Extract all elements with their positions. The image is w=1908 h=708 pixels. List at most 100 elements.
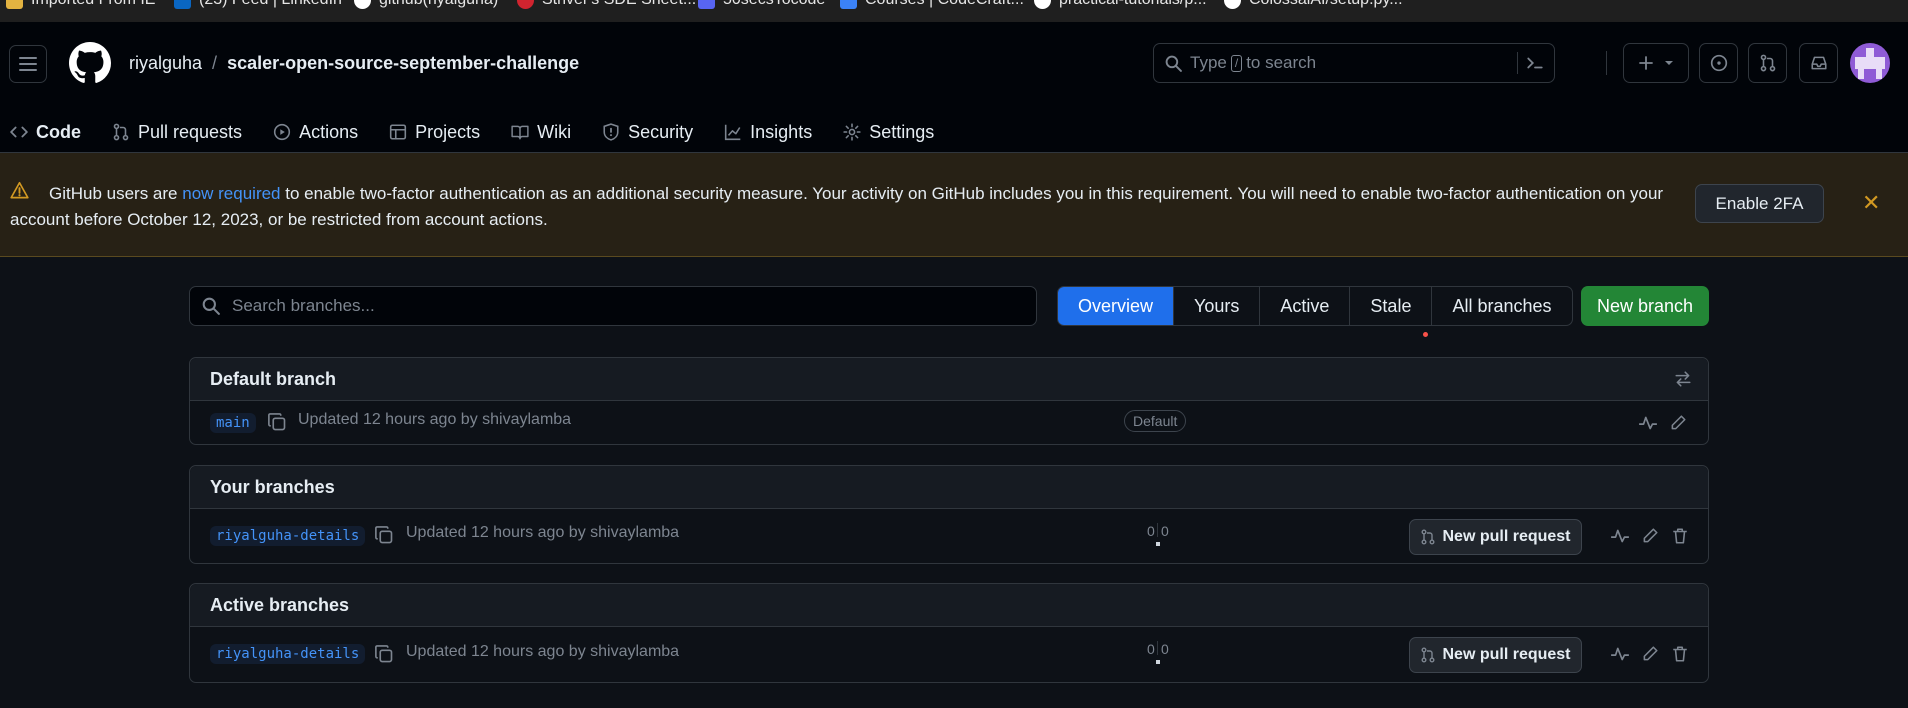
ahead-behind-bar	[1156, 660, 1160, 664]
tab-pull-requests[interactable]: Pull requests	[102, 112, 252, 152]
enable-2fa-button[interactable]: Enable 2FA	[1695, 184, 1824, 223]
code-brackets-icon	[840, 0, 857, 9]
copy-icon[interactable]	[374, 644, 394, 664]
repo-header: riyalguha / scaler-open-source-september…	[0, 22, 1908, 158]
graph-icon	[725, 124, 741, 141]
branch-name-link[interactable]: riyalguha-details	[210, 644, 366, 664]
pencil-icon[interactable]	[1641, 527, 1659, 545]
bookmark-linkedin[interactable]: (23) Feed | LinkedIn	[174, 0, 342, 9]
trash-icon[interactable]	[1671, 527, 1689, 545]
github-logo-icon[interactable]	[69, 42, 111, 84]
switch-branch-icon[interactable]	[1674, 370, 1692, 388]
avatar[interactable]	[1850, 43, 1890, 83]
filter-all-branches[interactable]: All branches	[1431, 287, 1571, 325]
menu-button[interactable]	[9, 45, 47, 83]
create-new-button[interactable]	[1623, 43, 1689, 83]
your-branches-section: Your branches riyalguha-details Updated …	[189, 465, 1709, 564]
activity-icon[interactable]	[1638, 414, 1658, 432]
tab-settings[interactable]: Settings	[833, 112, 944, 152]
search-placeholder-prefix: Type	[1190, 53, 1227, 72]
ahead-behind-divider	[1157, 641, 1158, 655]
copy-icon[interactable]	[374, 525, 394, 545]
trash-icon[interactable]	[1671, 645, 1689, 663]
command-palette-icon[interactable]	[1526, 54, 1544, 72]
filter-stale[interactable]: Stale	[1349, 287, 1431, 325]
pencil-icon[interactable]	[1669, 414, 1687, 432]
filter-yours[interactable]: Yours	[1173, 287, 1259, 325]
pull-request-icon	[1421, 529, 1435, 545]
folder-icon	[6, 0, 23, 9]
filter-active[interactable]: Active	[1259, 287, 1349, 325]
github-icon	[1224, 0, 1241, 9]
bookmark-colossalai[interactable]: ColossalAI/setup.py...	[1224, 0, 1403, 9]
ahead-count: 0	[1161, 523, 1169, 539]
new-branch-button[interactable]: New branch	[1581, 286, 1709, 326]
table-icon	[389, 124, 407, 140]
new-pull-request-button[interactable]: New pull request	[1409, 519, 1582, 555]
pull-request-icon	[113, 123, 129, 141]
github-icon	[354, 0, 371, 9]
activity-icon[interactable]	[1610, 645, 1630, 663]
issue-icon	[1710, 54, 1727, 72]
tab-insights[interactable]: Insights	[714, 112, 822, 152]
branch-name-link[interactable]: main	[210, 413, 256, 433]
search-shortcut-key: /	[1230, 54, 1243, 72]
copy-icon[interactable]	[267, 412, 287, 432]
bookmark-codecraft[interactable]: Courses | CodeCraft...	[840, 0, 1024, 9]
linkedin-icon	[174, 0, 191, 9]
owner-link[interactable]: riyalguha	[129, 53, 202, 74]
striver-icon	[517, 0, 534, 9]
issues-button[interactable]	[1699, 43, 1738, 83]
bookmark-imported-from-ie[interactable]: Imported From IE	[6, 0, 155, 9]
branch-row: riyalguha-details Updated 12 hours ago b…	[190, 509, 1708, 564]
triangle-down-icon	[1665, 61, 1673, 65]
activity-icon[interactable]	[1610, 527, 1630, 545]
breadcrumb-separator: /	[212, 53, 218, 73]
tab-label: Settings	[869, 121, 935, 142]
play-icon	[273, 123, 291, 141]
updated-text: Updated 12 hours ago by shivaylamba	[406, 524, 680, 541]
cursor-indicator	[1423, 332, 1428, 337]
tab-label: Projects	[415, 121, 481, 142]
behind-count: 0	[1147, 641, 1155, 657]
branch-filter-tabs: Overview Yours Active Stale All branches	[1057, 286, 1573, 326]
section-title: Your branches	[210, 476, 335, 497]
section-header: Default branch	[190, 358, 1708, 401]
pull-request-icon	[1760, 54, 1775, 72]
branch-name-link[interactable]: riyalguha-details	[210, 526, 366, 546]
search-icon	[202, 297, 220, 315]
search-icon	[1165, 55, 1182, 72]
hamburger-icon	[19, 57, 37, 71]
bookmark-striver[interactable]: Striver's SDE Sheet...	[517, 0, 696, 9]
filter-overview[interactable]: Overview	[1058, 287, 1174, 325]
tab-actions[interactable]: Actions	[263, 112, 368, 152]
button-label: New pull request	[1442, 646, 1571, 663]
search-divider	[1517, 52, 1518, 74]
tab-projects[interactable]: Projects	[379, 112, 490, 152]
now-required-link[interactable]: now required	[182, 184, 280, 203]
pull-requests-button[interactable]	[1748, 43, 1787, 83]
close-icon[interactable]: ✕	[1862, 192, 1880, 214]
tab-label: Wiki	[537, 121, 572, 142]
bookmark-github[interactable]: github(riyalguha)	[354, 0, 498, 9]
tab-label: Pull requests	[138, 121, 243, 142]
new-pull-request-button[interactable]: New pull request	[1409, 637, 1582, 673]
bookmark-50secstocode[interactable]: 50secsTocode	[698, 0, 825, 9]
inbox-button[interactable]	[1799, 43, 1838, 83]
tab-label: Code	[36, 121, 81, 142]
tab-security[interactable]: Security	[592, 112, 703, 152]
active-branches-section: Active branches riyalguha-details Update…	[189, 583, 1709, 683]
updated-text: Updated 12 hours ago by shivaylamba	[406, 643, 680, 660]
tab-wiki[interactable]: Wiki	[501, 112, 581, 152]
tab-code[interactable]: Code	[0, 112, 91, 158]
branch-search-input[interactable]: Search branches...	[189, 286, 1037, 326]
global-search-input[interactable]: Type / to search	[1153, 43, 1555, 83]
gear-icon	[843, 123, 861, 141]
default-branch-section: Default branch main Updated 12 hours ago…	[189, 357, 1709, 445]
pencil-icon[interactable]	[1641, 645, 1659, 663]
repo-link[interactable]: scaler-open-source-september-challenge	[227, 53, 579, 74]
plus-icon	[1639, 56, 1653, 70]
tab-label: Insights	[750, 121, 813, 142]
bookmark-practical-tutorials[interactable]: practical-tutorials/p...	[1034, 0, 1207, 9]
behind-count: 0	[1147, 523, 1155, 539]
